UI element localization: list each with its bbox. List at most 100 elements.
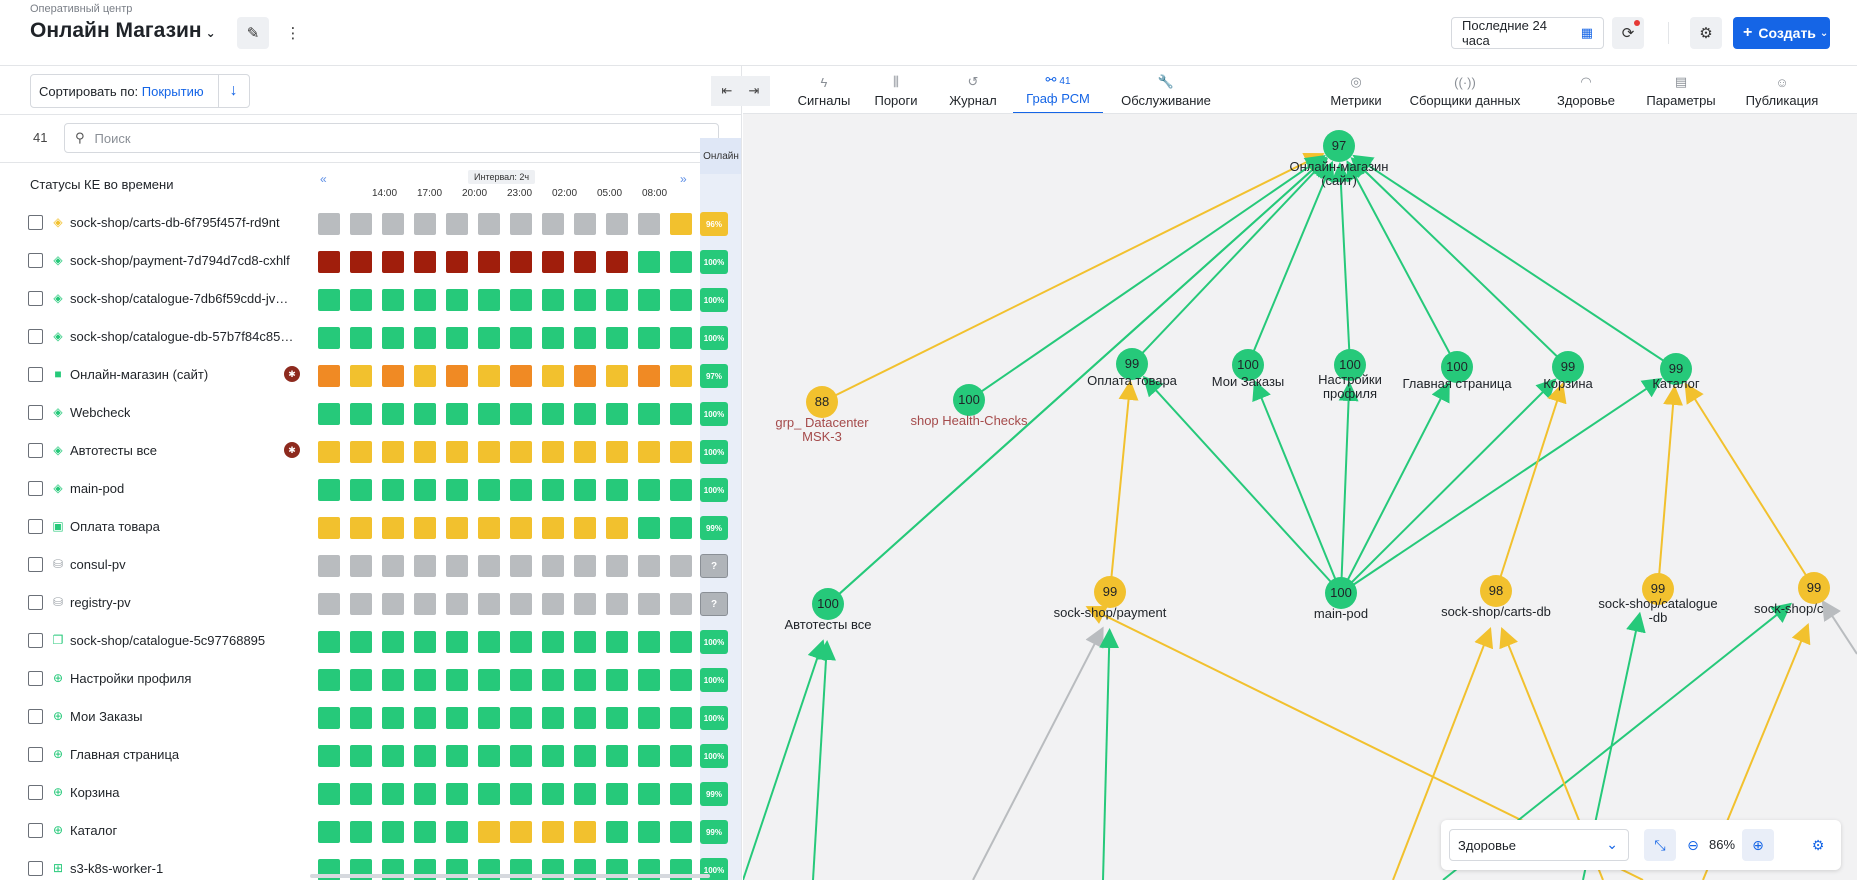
status-cell[interactable] (478, 213, 500, 235)
status-cell[interactable] (478, 403, 500, 425)
row-label[interactable]: Оплата товара (70, 519, 160, 534)
sort-value[interactable]: Покрытию (142, 84, 204, 99)
tab-health[interactable]: ◠ Здоровье (1553, 66, 1619, 114)
status-cell[interactable] (446, 669, 468, 691)
status-cell[interactable] (542, 441, 564, 463)
graph-settings-button[interactable]: ⚙ (1802, 829, 1834, 861)
status-cell[interactable] (446, 707, 468, 729)
status-cell[interactable] (350, 783, 372, 805)
status-cell[interactable] (670, 555, 692, 577)
status-cell[interactable] (670, 365, 692, 387)
status-cell[interactable] (414, 745, 436, 767)
row-label[interactable]: main-pod (70, 481, 124, 496)
sort-control[interactable]: Сортировать по: Покрытию ↓ (30, 74, 250, 108)
status-cell[interactable] (510, 403, 532, 425)
time-range-picker[interactable]: Последние 24 часа ▦ (1451, 17, 1604, 49)
status-cell[interactable] (638, 213, 660, 235)
status-cell[interactable] (382, 213, 404, 235)
status-cell[interactable] (318, 479, 340, 501)
status-cell[interactable] (510, 517, 532, 539)
ke-row[interactable]: ⊕ Каталог 99% (0, 811, 741, 849)
status-cell[interactable] (574, 821, 596, 843)
status-cell[interactable] (446, 441, 468, 463)
graph-node-label[interactable]: Главная страница (1397, 377, 1517, 391)
status-cell[interactable] (510, 327, 532, 349)
status-cell[interactable] (638, 365, 660, 387)
ke-row[interactable]: ◈ sock-shop/catalogue-7db6f59cdd-jv8dd 100… (0, 279, 741, 317)
status-cell[interactable] (478, 327, 500, 349)
status-cell[interactable] (318, 745, 340, 767)
row-checkbox[interactable] (28, 443, 43, 458)
row-label[interactable]: Автотесты все (70, 443, 157, 458)
status-cell[interactable] (478, 707, 500, 729)
status-cell[interactable] (318, 783, 340, 805)
settings-button[interactable]: ⚙ (1690, 17, 1722, 49)
status-cell[interactable] (574, 631, 596, 653)
status-cell[interactable] (414, 593, 436, 615)
status-cell[interactable] (318, 517, 340, 539)
scroll-left-icon[interactable]: « (320, 172, 327, 186)
status-cell[interactable] (478, 251, 500, 273)
status-cell[interactable] (414, 327, 436, 349)
row-label[interactable]: Мои Заказы (70, 709, 143, 724)
status-cell[interactable] (478, 821, 500, 843)
status-cell[interactable] (606, 289, 628, 311)
status-cell[interactable] (542, 821, 564, 843)
row-label[interactable]: consul-pv (70, 557, 126, 572)
status-cell[interactable] (510, 479, 532, 501)
alert-icon[interactable]: ✱ (284, 442, 300, 458)
status-cell[interactable] (574, 593, 596, 615)
status-cell[interactable] (446, 289, 468, 311)
status-cell[interactable] (478, 365, 500, 387)
row-label[interactable]: registry-pv (70, 595, 131, 610)
ke-row[interactable]: ⊕ Мои Заказы 100% (0, 697, 741, 735)
status-cell[interactable] (350, 327, 372, 349)
search-input[interactable]: ⚲ Поиск (64, 123, 719, 153)
status-cell[interactable] (638, 631, 660, 653)
ke-row[interactable]: ◈ Webcheck 100% (0, 393, 741, 431)
status-cell[interactable] (670, 441, 692, 463)
tab-params[interactable]: ▤ Параметры (1641, 66, 1721, 114)
tab-wrench[interactable]: 🔧 Обслуживание (1110, 66, 1222, 114)
more-button[interactable]: ⋮ (277, 17, 309, 49)
row-label[interactable]: sock-shop/catalogue-7db6f59cdd-jv8dd (70, 291, 295, 306)
status-cell[interactable] (350, 479, 372, 501)
status-cell[interactable] (606, 327, 628, 349)
status-cell[interactable] (606, 593, 628, 615)
status-cell[interactable] (542, 289, 564, 311)
ke-row[interactable]: ◈ sock-shop/catalogue-db-57b7f84c85-… 100% (0, 317, 741, 355)
status-cell[interactable] (670, 593, 692, 615)
graph-node-label[interactable]: sock-shop/catalogue -db (1598, 597, 1718, 625)
status-cell[interactable] (606, 707, 628, 729)
status-cell[interactable] (606, 821, 628, 843)
status-cell[interactable] (542, 403, 564, 425)
status-cell[interactable] (446, 327, 468, 349)
status-cell[interactable] (382, 783, 404, 805)
status-cell[interactable] (670, 327, 692, 349)
ke-row[interactable]: ◈ main-pod 100% (0, 469, 741, 507)
refresh-button[interactable]: ⟳ (1612, 17, 1644, 49)
page-title[interactable]: Онлайн Магазин ⌄ (30, 19, 216, 43)
row-checkbox[interactable] (28, 405, 43, 420)
status-cell[interactable] (510, 441, 532, 463)
graph-node-label[interactable]: Настройки профиля (1290, 373, 1410, 401)
status-cell[interactable] (318, 327, 340, 349)
status-cell[interactable] (606, 479, 628, 501)
row-label[interactable]: sock-shop/carts-db-6f795f457f-rd9nt (70, 215, 280, 230)
ke-row[interactable]: ◈ sock-shop/payment-7d794d7cd8-cxhlf 100% (0, 241, 741, 279)
status-cell[interactable] (638, 669, 660, 691)
status-cell[interactable] (446, 783, 468, 805)
ke-row[interactable]: ◈ Автотесты все ✱ 100% (0, 431, 741, 469)
status-cell[interactable] (638, 821, 660, 843)
status-cell[interactable] (606, 213, 628, 235)
graph-node-label[interactable]: Оплата товара (1072, 374, 1192, 388)
status-cell[interactable] (318, 821, 340, 843)
row-checkbox[interactable] (28, 671, 43, 686)
status-cell[interactable] (638, 555, 660, 577)
row-label[interactable]: Webcheck (70, 405, 130, 420)
row-checkbox[interactable] (28, 785, 43, 800)
row-label[interactable]: sock-shop/payment-7d794d7cd8-cxhlf (70, 253, 290, 268)
graph-node-label[interactable]: sock-shop/carts-db (1436, 605, 1556, 619)
status-cell[interactable] (414, 555, 436, 577)
tab-threshold[interactable]: ⫼ Пороги (867, 66, 925, 114)
